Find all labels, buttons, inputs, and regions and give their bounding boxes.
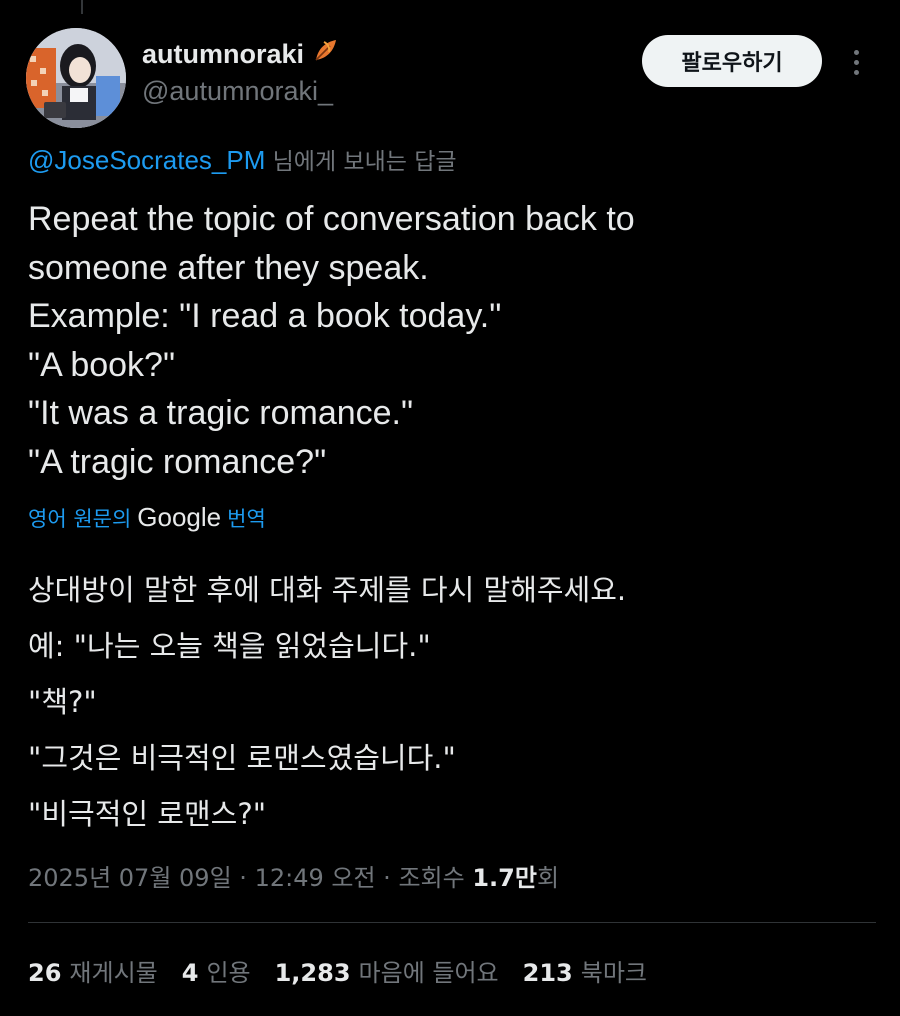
tweet-text-line: Repeat the topic of conversation back to	[28, 200, 635, 238]
engagement-stats: 26 재게시물 4 인용 1,283 마음에 들어요 213 북마크	[28, 953, 647, 988]
tweet-time[interactable]: 12:49 오전	[255, 864, 376, 892]
translated-text-line: 예: "나는 오늘 책을 읽었습니다."	[28, 629, 431, 663]
tweet-text-line: someone after they speak.	[28, 248, 429, 287]
quotes-label: 인용	[206, 959, 251, 987]
retweets-stat[interactable]: 26 재게시물	[28, 953, 158, 988]
meta-separator: ·	[383, 864, 391, 892]
tweet-text: Repeat the topic of conversation back to…	[28, 195, 878, 486]
translate-link-suffix: 번역	[227, 506, 266, 531]
reply-context: @JoseSocrates_PM 님에게 보내는 답글	[28, 142, 457, 176]
quotes-stat[interactable]: 4 인용	[182, 953, 251, 988]
follow-button[interactable]: 팔로우하기	[642, 35, 822, 87]
likes-count: 1,283	[274, 959, 351, 987]
translated-text-line: 상대방이 말한 후에 대화 주제를 다시 말해주세요.	[28, 573, 627, 607]
views-unit: 회	[536, 864, 560, 892]
bookmarks-stat[interactable]: 213 북마크	[523, 953, 647, 988]
author-name-text: autumnoraki	[142, 39, 305, 69]
avatar[interactable]	[26, 28, 126, 128]
reply-context-suffix: 님에게 보내는 답글	[272, 149, 457, 175]
translated-text-line: "책?"	[28, 685, 97, 719]
more-dot	[853, 69, 859, 75]
reply-mention-link[interactable]: @JoseSocrates_PM	[28, 145, 265, 175]
retweets-label: 재게시물	[69, 959, 158, 987]
tweet-text-line: Example: "I read a book today."	[28, 297, 502, 335]
google-brand-text: Google	[137, 502, 222, 532]
translate-link-prefix: 영어 원문의	[28, 506, 132, 531]
more-dot	[853, 59, 859, 65]
likes-label: 마음에 들어요	[358, 959, 499, 987]
autumn-leaf-icon	[315, 40, 337, 61]
more-options-icon[interactable]	[838, 42, 874, 82]
author-handle[interactable]: @autumnoraki_	[142, 76, 333, 107]
tweet-date[interactable]: 2025년 07월 09일	[28, 864, 232, 892]
author-name[interactable]: autumnoraki	[142, 36, 340, 70]
quotes-count: 4	[181, 959, 199, 987]
meta-separator: ·	[239, 864, 247, 892]
tweet-header: autumnoraki @autumnoraki_ 팔로우하기	[0, 0, 900, 128]
tweet-meta: 2025년 07월 09일 · 12:49 오전 · 조회수 1.7만회	[28, 858, 559, 893]
bookmarks-count: 213	[522, 959, 573, 987]
views-count: 1.7만	[472, 864, 537, 892]
google-translate-link[interactable]: 영어 원문의 Google 번역	[28, 502, 266, 533]
tweet-text-line: "A tragic romance?"	[28, 442, 327, 481]
retweets-count: 26	[28, 959, 62, 987]
translated-text: 상대방이 말한 후에 대화 주제를 다시 말해주세요. 예: "나는 오늘 책을…	[28, 562, 878, 842]
avatar-image	[26, 28, 126, 128]
translated-text-line: "그것은 비극적인 로맨스였습니다."	[28, 741, 456, 775]
bookmarks-label: 북마크	[580, 959, 647, 987]
more-dot	[853, 49, 859, 55]
translated-text-line: "비극적인 로맨스?"	[28, 797, 267, 831]
tweet-text-line: "It was a tragic romance."	[28, 394, 414, 432]
views-label: 조회수	[398, 864, 465, 892]
tweet-text-line: "A book?"	[28, 345, 176, 384]
likes-stat[interactable]: 1,283 마음에 들어요	[275, 953, 499, 988]
divider	[28, 922, 876, 923]
